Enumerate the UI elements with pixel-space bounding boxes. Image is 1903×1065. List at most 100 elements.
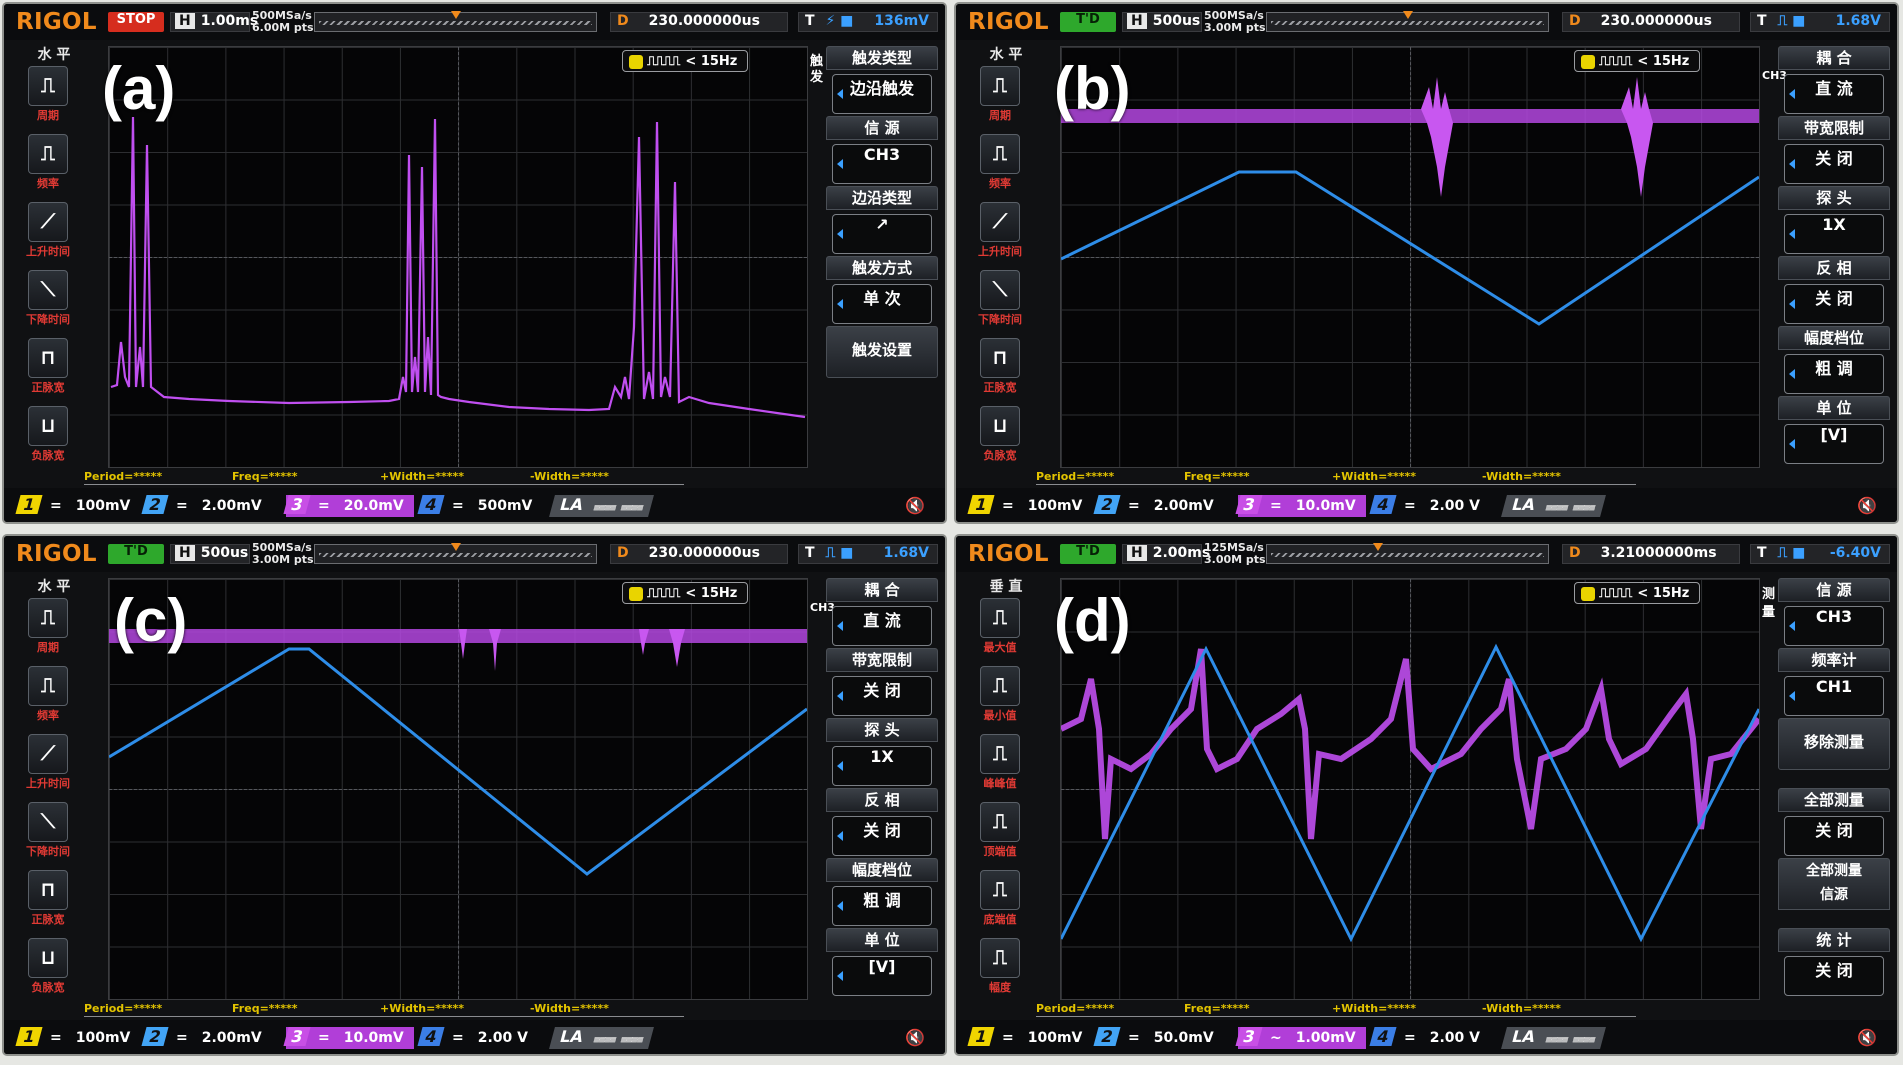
menu-value[interactable]: [V] <box>1784 424 1884 464</box>
measure-amplitude-button[interactable]: ⎍ 幅度 <box>976 938 1024 995</box>
measure-top-button[interactable]: ⎍ 顶端值 <box>976 802 1024 859</box>
measure-positive-width-button[interactable]: ⊓ 正脉宽 <box>24 338 72 395</box>
menu-unit[interactable]: 单 位 [V] <box>826 928 938 998</box>
measure-positive-width-button[interactable]: ⊓ 正脉宽 <box>976 338 1024 395</box>
menu-remove-measurement[interactable]: 移除测量 <box>1778 718 1890 788</box>
waveform-display[interactable] <box>1060 578 1760 1000</box>
speaker-mute-icon[interactable]: 🔇 <box>905 1028 925 1047</box>
trigger-readout[interactable]: T ⚡ ■ 136mV <box>798 12 938 32</box>
menu-probe[interactable]: 探 头 1X <box>1778 186 1890 256</box>
run-stop-badge[interactable]: STOP <box>108 12 164 32</box>
measure-frequency-button[interactable]: ⎍ 频率 <box>24 134 72 191</box>
delay-readout[interactable]: D 3.21000000ms <box>1562 544 1740 564</box>
menu-value[interactable]: 1X <box>1784 214 1884 254</box>
measure-base-button[interactable]: ⎍ 底端值 <box>976 870 1024 927</box>
trigger-readout[interactable]: T ⎍ ■ 1.68V <box>1750 12 1890 32</box>
measure-period-button[interactable]: ⎍ 周期 <box>24 598 72 655</box>
channel-4-tab[interactable]: 4 = 500mV <box>417 495 532 517</box>
menu-value[interactable]: 关 闭 <box>1784 816 1884 856</box>
channel-4-tab[interactable]: 4 = 2.00 V <box>1369 495 1480 517</box>
menu-value[interactable]: ↗ <box>832 214 932 254</box>
menu-invert[interactable]: 反 相关 闭 <box>1778 256 1890 326</box>
menu-source[interactable]: 信 源 CH3 <box>826 116 938 186</box>
menu-invert[interactable]: 反 相关 闭 <box>826 788 938 858</box>
channel-2-tab[interactable]: 2 = 50.0mV <box>1093 1027 1214 1049</box>
waveform-display[interactable] <box>108 46 808 468</box>
channel-2-tab[interactable]: 2 = 2.00mV <box>1093 495 1214 517</box>
channel-4-tab[interactable]: 4 = 2.00 V <box>1369 1027 1480 1049</box>
menu-coupling[interactable]: 耦 合直 流 <box>826 578 938 648</box>
channel-3-tab[interactable]: 3 = 20.0mV <box>283 495 414 517</box>
menu-value[interactable]: 关 闭 <box>1784 284 1884 324</box>
measure-fall-time-button[interactable]: ⟍ 下降时间 <box>24 802 72 859</box>
menu-value[interactable]: [V] <box>832 956 932 996</box>
timebase-readout[interactable]: H 500us <box>170 544 250 564</box>
measure-rise-time-button[interactable]: ⟋ 上升时间 <box>24 202 72 259</box>
channel-3-tab[interactable]: 3 ~1.00mV <box>1235 1027 1366 1049</box>
menu-value[interactable]: CH1 <box>1784 676 1884 716</box>
menu-counter[interactable]: 频率计 CH1 <box>1778 648 1890 718</box>
channel-3-tab[interactable]: 3 = 10.0mV <box>1235 495 1366 517</box>
menu-value[interactable]: 关 闭 <box>832 676 932 716</box>
logic-analyzer-tab[interactable]: LA ▦▦▦▦ ▦▦▦▦ <box>549 495 655 517</box>
delay-readout[interactable]: D 230.000000us <box>1562 12 1740 32</box>
menu-bandwidth-limit[interactable]: 带宽限制关 闭 <box>826 648 938 718</box>
channel-4-tab[interactable]: 4 = 2.00 V <box>417 1027 528 1049</box>
logic-analyzer-tab[interactable]: LA ▦▦▦▦ ▦▦▦▦ <box>1501 1027 1607 1049</box>
trigger-readout[interactable]: T ⎍ ■ 1.68V <box>798 544 938 564</box>
measure-fall-time-button[interactable]: ⟍ 下降时间 <box>976 270 1024 327</box>
timebase-readout[interactable]: H 2.00ms <box>1122 544 1210 564</box>
menu-all-measurements-source[interactable]: 全部测量 信源 <box>1778 858 1890 928</box>
menu-volts-div[interactable]: 幅度档位粗 调 <box>1778 326 1890 396</box>
measure-rise-time-button[interactable]: ⟋ 上升时间 <box>24 734 72 791</box>
channel-1-tab[interactable]: 1 = 100mV <box>15 495 130 517</box>
menu-edge-type[interactable]: 边沿类型 ↗ <box>826 186 938 256</box>
speaker-mute-icon[interactable]: 🔇 <box>1857 496 1877 515</box>
channel-3-tab[interactable]: 3 = 10.0mV <box>283 1027 414 1049</box>
menu-statistics[interactable]: 统 计关 闭 <box>1778 928 1890 998</box>
delay-readout[interactable]: D 230.000000us <box>610 544 788 564</box>
menu-volts-div[interactable]: 幅度档位粗 调 <box>826 858 938 928</box>
channel-2-tab[interactable]: 2 = 2.00mV <box>141 495 262 517</box>
menu-unit[interactable]: 单 位 [V] <box>1778 396 1890 466</box>
measure-negative-width-button[interactable]: ⊔ 负脉宽 <box>24 938 72 995</box>
measure-positive-width-button[interactable]: ⊓ 正脉宽 <box>24 870 72 927</box>
trigger-readout[interactable]: T ⎍ ■ -6.40V <box>1750 544 1890 564</box>
speaker-mute-icon[interactable]: 🔇 <box>905 496 925 515</box>
measure-min-button[interactable]: ⎍ 最小值 <box>976 666 1024 723</box>
channel-2-tab[interactable]: 2 = 2.00mV <box>141 1027 262 1049</box>
menu-value[interactable]: CH3 <box>832 144 932 184</box>
menu-all-measurements[interactable]: 全部测量关 闭 <box>1778 788 1890 858</box>
menu-trigger-setup[interactable]: 触发设置 <box>826 326 938 396</box>
menu-value[interactable]: 粗 调 <box>1784 354 1884 394</box>
menu-value[interactable]: 直 流 <box>832 606 932 646</box>
channel-1-tab[interactable]: 1 = 100mV <box>967 495 1082 517</box>
menu-coupling[interactable]: 耦 合直 流 <box>1778 46 1890 116</box>
menu-value[interactable]: CH3 <box>1784 606 1884 646</box>
measure-rise-time-button[interactable]: ⟋ 上升时间 <box>976 202 1024 259</box>
menu-value[interactable]: 关 闭 <box>1784 144 1884 184</box>
measure-max-button[interactable]: ⎍ 最大值 <box>976 598 1024 655</box>
run-stop-badge[interactable]: T'D <box>1060 544 1116 564</box>
run-stop-badge[interactable]: T'D <box>108 544 164 564</box>
measure-fall-time-button[interactable]: ⟍ 下降时间 <box>24 270 72 327</box>
menu-probe[interactable]: 探 头 1X <box>826 718 938 788</box>
channel-1-tab[interactable]: 1 = 100mV <box>15 1027 130 1049</box>
memory-position-bar[interactable] <box>314 543 597 564</box>
channel-1-tab[interactable]: 1 = 100mV <box>967 1027 1082 1049</box>
measure-period-button[interactable]: ⎍ 周期 <box>24 66 72 123</box>
menu-sweep-mode[interactable]: 触发方式单 次 <box>826 256 938 326</box>
memory-position-bar[interactable] <box>1266 543 1549 564</box>
memory-position-bar[interactable] <box>1266 11 1549 32</box>
measure-frequency-button[interactable]: ⎍ 频率 <box>24 666 72 723</box>
measure-period-button[interactable]: ⎍ 周期 <box>976 66 1024 123</box>
menu-value[interactable]: 单 次 <box>832 284 932 324</box>
speaker-mute-icon[interactable]: 🔇 <box>1857 1028 1877 1047</box>
menu-value[interactable]: 直 流 <box>1784 74 1884 114</box>
measure-negative-width-button[interactable]: ⊔ 负脉宽 <box>976 406 1024 463</box>
menu-value[interactable]: 关 闭 <box>832 816 932 856</box>
run-stop-badge[interactable]: T'D <box>1060 12 1116 32</box>
menu-value[interactable]: 粗 调 <box>832 886 932 926</box>
timebase-readout[interactable]: H 500us <box>1122 12 1202 32</box>
menu-trigger-type[interactable]: 触发类型 边沿触发 <box>826 46 938 116</box>
